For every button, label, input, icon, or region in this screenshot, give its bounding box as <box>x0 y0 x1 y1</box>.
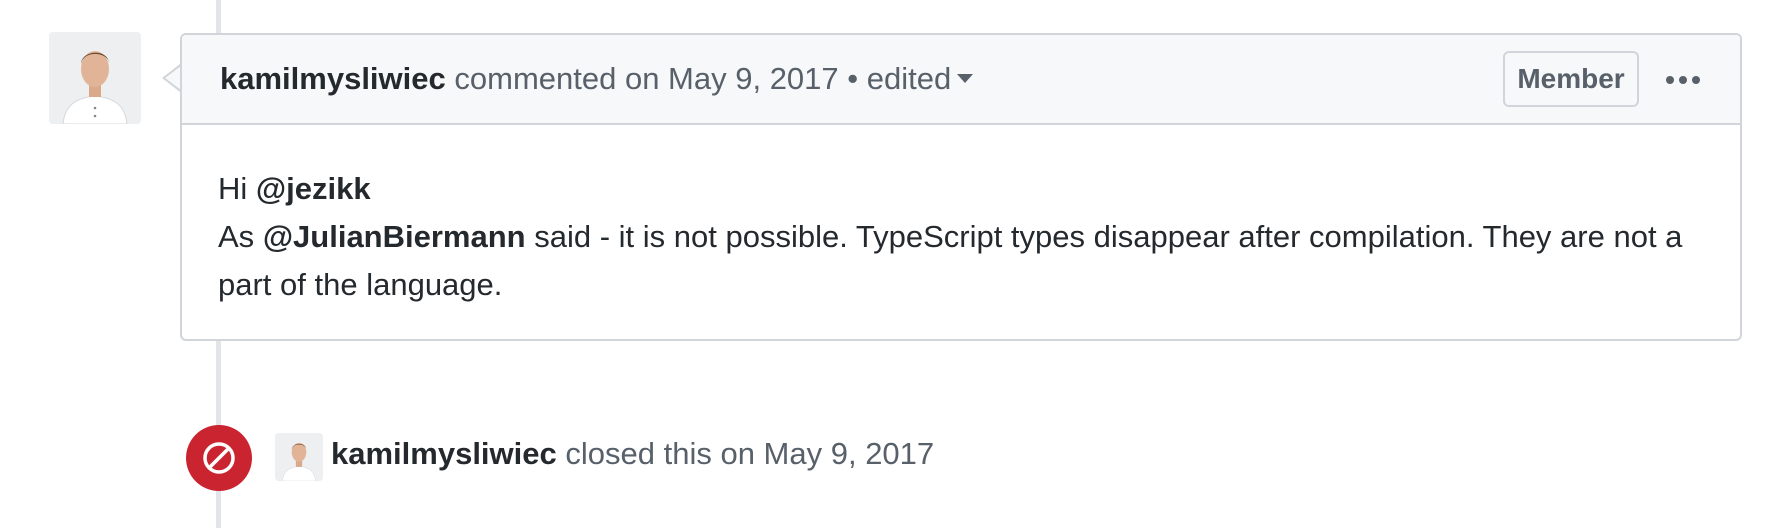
avatar-image <box>49 32 141 124</box>
close-event-text: kamilmysliwiec closed this on May 9, 201… <box>331 436 934 472</box>
event-actor-link[interactable]: kamilmysliwiec <box>331 436 557 471</box>
mention-link[interactable]: @jezikk <box>256 171 371 206</box>
header-separator: • <box>847 61 859 96</box>
comment-line-2: As @JulianBiermann said - it is not poss… <box>218 213 1700 309</box>
comment-pointer-fill <box>165 66 181 90</box>
event-description[interactable]: closed this on May 9, 2017 <box>565 436 934 471</box>
member-badge: Member <box>1503 51 1639 107</box>
line2-prefix: As <box>218 219 255 254</box>
comment-timestamp[interactable]: commented on May 9, 2017 <box>454 61 838 96</box>
kebab-horizontal-icon[interactable] <box>1658 65 1708 95</box>
comment-author-link[interactable]: kamilmysliwiec <box>220 61 446 96</box>
edited-label: edited <box>866 61 952 96</box>
author-avatar[interactable] <box>49 32 141 124</box>
comment-header-text: kamilmysliwiec commented on May 9, 2017 … <box>220 61 974 97</box>
mention-link[interactable]: @JulianBiermann <box>263 219 526 254</box>
comment-box: kamilmysliwiec commented on May 9, 2017 … <box>180 33 1742 341</box>
actor-avatar[interactable] <box>275 433 323 481</box>
circle-slash-icon <box>186 425 252 491</box>
comment-header: kamilmysliwiec commented on May 9, 2017 … <box>182 35 1740 125</box>
edited-dropdown[interactable]: edited <box>866 61 974 96</box>
comment-body: Hi @jezikk As @JulianBiermann said - it … <box>218 165 1700 309</box>
chevron-down-icon <box>957 74 974 84</box>
comment-line-1: Hi @jezikk <box>218 165 1700 213</box>
kebab-dots <box>1666 76 1700 84</box>
greeting-text: Hi <box>218 171 248 206</box>
circle-slash-glyph <box>203 442 235 474</box>
avatar-image <box>275 433 323 481</box>
